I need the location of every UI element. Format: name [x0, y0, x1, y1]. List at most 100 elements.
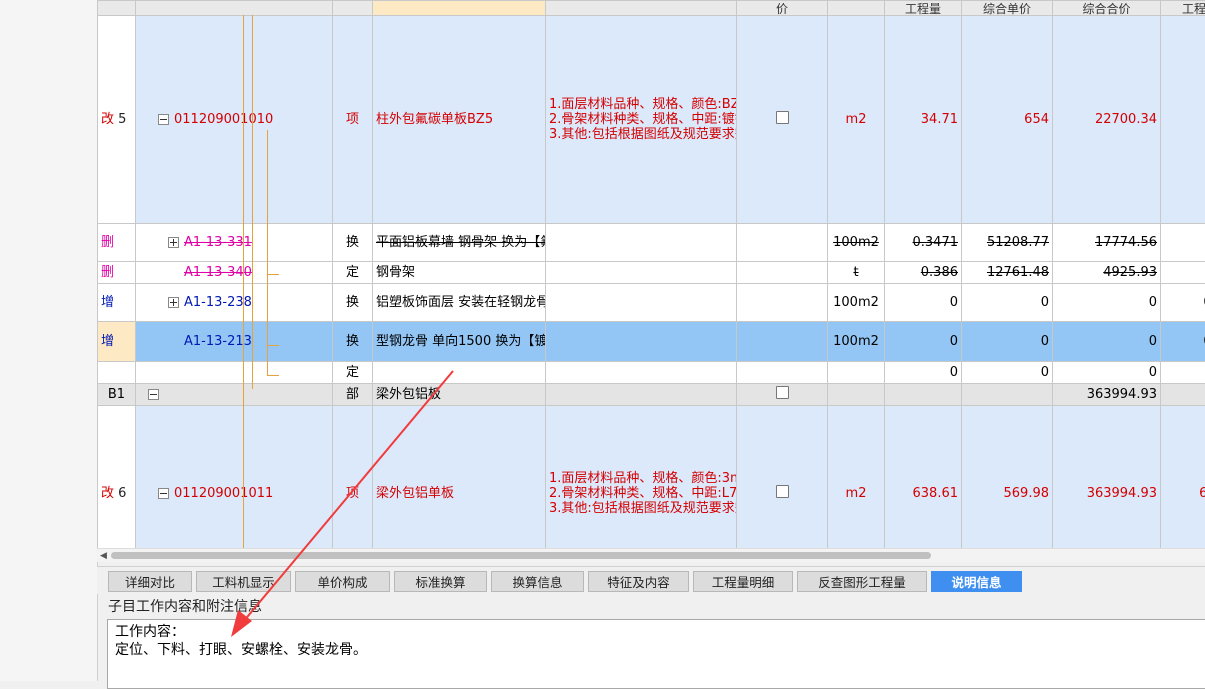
code-cell[interactable]: A1-13-238	[136, 284, 333, 322]
row-mark[interactable]: 增	[98, 322, 136, 362]
table-row[interactable]: 改 5 011209001010 项 柱外包氟碳单板BZ5 1.面层材料品种、规…	[98, 16, 1205, 224]
scroll-left-icon[interactable]: ◀	[100, 551, 107, 561]
desc-cell[interactable]	[546, 224, 737, 262]
qty-cell[interactable]	[885, 384, 962, 406]
code-cell[interactable]: A1-13-340	[136, 262, 333, 284]
header-unit-price[interactable]: 综合单价	[962, 1, 1053, 16]
bill-grid[interactable]: 价 工程量 综合单价 综合合价 工程 改 5 011209001010 项 柱外…	[97, 0, 1205, 548]
desc-cell[interactable]	[546, 384, 737, 406]
desc-cell[interactable]	[546, 284, 737, 322]
unit-price-cell[interactable]: 654	[962, 16, 1053, 224]
tab-detail-compare[interactable]: 详细对比	[108, 571, 192, 592]
header-cell-selected[interactable]	[373, 1, 546, 16]
row-header[interactable]: 改 6	[98, 406, 136, 549]
name-edit-cell[interactable]: 型钢龙骨 单向1500 换为【镀锌型钢综合】	[373, 322, 546, 362]
qty-cell[interactable]: 0	[885, 284, 962, 322]
last-cell[interactable]	[1161, 262, 1205, 284]
last-cell[interactable]	[1161, 384, 1205, 406]
table-row[interactable]: 改 6 011209001011 项 梁外包铝单板 1.面层材料品种、规格、颜色…	[98, 406, 1205, 549]
row-mark[interactable]: 增	[98, 284, 136, 322]
table-row[interactable]: 删 A1-13-340 定 钢骨架 t 0.386 12761.48 4925.…	[98, 262, 1205, 284]
unit-cell[interactable]	[828, 384, 885, 406]
qty-cell[interactable]: 0.386	[885, 262, 962, 284]
unit-price-cell[interactable]: 0	[962, 322, 1053, 362]
unit-cell[interactable]: m2	[828, 406, 885, 549]
row-mark[interactable]: 删	[98, 224, 136, 262]
last-cell[interactable]: 0.3	[1161, 284, 1205, 322]
row-header[interactable]	[98, 362, 136, 384]
unit-price-cell[interactable]: 569.98	[962, 406, 1053, 549]
checkbox-cell[interactable]	[737, 406, 828, 549]
code-cell[interactable]: 011209001011	[136, 406, 333, 549]
unit-price-cell[interactable]	[962, 384, 1053, 406]
unit-cell[interactable]	[828, 362, 885, 384]
header-price[interactable]: 价	[737, 1, 828, 16]
tab-materials[interactable]: 工料机显示	[196, 571, 291, 592]
last-cell[interactable]: 0.3	[1161, 322, 1205, 362]
total-cell[interactable]: 0	[1053, 284, 1161, 322]
qty-cell[interactable]: 0	[885, 362, 962, 384]
type-cell[interactable]: 项	[333, 16, 373, 224]
collapse-icon[interactable]	[148, 389, 159, 400]
description-panel[interactable]: 工作内容： 定位、下料、打眼、安螺栓、安装龙骨。	[107, 619, 1205, 689]
unit-price-cell[interactable]: 12761.48	[962, 262, 1053, 284]
tab-standard-conversion[interactable]: 标准换算	[394, 571, 487, 592]
qty-cell[interactable]: 0.3471	[885, 224, 962, 262]
header-qty[interactable]: 工程量	[885, 1, 962, 16]
tab-description[interactable]: 说明信息	[931, 571, 1022, 592]
collapse-icon[interactable]	[158, 114, 169, 125]
name-cell[interactable]: 梁外包铝板	[373, 384, 546, 406]
checkbox-cell[interactable]	[737, 16, 828, 224]
scrollbar-thumb[interactable]	[111, 552, 931, 559]
unit-cell[interactable]: 100m2	[828, 322, 885, 362]
table-row-selected[interactable]: 增 A1-13-213 换 型钢龙骨 单向1500 换为【镀锌型钢综合】 100…	[98, 322, 1205, 362]
code-cell[interactable]: 011209001010	[136, 16, 333, 224]
desc-cell[interactable]: 1.面层材料品种、规格、颜色:BZ5，3mm氟碳铝单板外包柱2.骨架材料种类、规…	[546, 16, 737, 224]
unit-price-cell[interactable]: 0	[962, 362, 1053, 384]
type-cell[interactable]: 项	[333, 406, 373, 549]
name-cell[interactable]: 柱外包氟碳单板BZ5	[373, 16, 546, 224]
horizontal-scrollbar[interactable]: ◀	[97, 548, 1205, 562]
total-cell[interactable]: 363994.93	[1053, 406, 1161, 549]
name-cell[interactable]: 钢骨架	[373, 262, 546, 284]
total-cell[interactable]: 4925.93	[1053, 262, 1161, 284]
last-cell[interactable]: 34	[1161, 16, 1205, 224]
unit-cell[interactable]: m2	[828, 16, 885, 224]
total-cell[interactable]: 0	[1053, 362, 1161, 384]
code-cell[interactable]: A1-13-213	[136, 322, 333, 362]
qty-cell[interactable]: 0	[885, 322, 962, 362]
code-cell[interactable]	[136, 362, 333, 384]
desc-cell[interactable]	[546, 362, 737, 384]
total-cell[interactable]: 17774.56	[1053, 224, 1161, 262]
table-row[interactable]: 定 0 0 0	[98, 362, 1205, 384]
type-cell[interactable]: 定	[333, 262, 373, 284]
row-mark[interactable]: 删	[98, 262, 136, 284]
tab-unit-price[interactable]: 单价构成	[295, 571, 390, 592]
type-cell[interactable]: 部	[333, 384, 373, 406]
desc-cell[interactable]	[546, 262, 737, 284]
collapse-icon[interactable]	[158, 488, 169, 499]
type-cell[interactable]: 换	[333, 322, 373, 362]
name-cell[interactable]: 铝塑板饰面层 安装在轻钢龙骨上 拼密缝	[373, 284, 546, 322]
type-cell[interactable]: 换	[333, 224, 373, 262]
type-cell[interactable]: 换	[333, 284, 373, 322]
total-cell[interactable]: 363994.93	[1053, 384, 1161, 406]
last-cell[interactable]	[1161, 362, 1205, 384]
unit-price-cell[interactable]: 51208.77	[962, 224, 1053, 262]
name-cell[interactable]	[373, 362, 546, 384]
header-total[interactable]: 综合合价	[1053, 1, 1161, 16]
checkbox-cell[interactable]	[737, 384, 828, 406]
table-row[interactable]: 删 A1-13-331 换 平面铝板幕墙 钢骨架 换为【氟碳铝单板】 100m2…	[98, 224, 1205, 262]
desc-cell[interactable]	[546, 322, 737, 362]
expand-icon[interactable]	[168, 297, 179, 308]
checkbox[interactable]	[776, 386, 789, 399]
code-cell[interactable]	[136, 384, 333, 406]
name-cell[interactable]: 平面铝板幕墙 钢骨架 换为【氟碳铝单板】	[373, 224, 546, 262]
last-cell[interactable]: 638	[1161, 406, 1205, 549]
desc-cell[interactable]: 1.面层材料品种、规格、颜色:3mm氟碳铝单板外包梁2.骨架材料种类、规格、中距…	[546, 406, 737, 549]
unit-price-cell[interactable]: 0	[962, 284, 1053, 322]
tab-reverse-lookup[interactable]: 反查图形工程量	[797, 571, 927, 592]
section-row[interactable]: B1 部 梁外包铝板 363994.93	[98, 384, 1205, 406]
total-cell[interactable]: 22700.34	[1053, 16, 1161, 224]
qty-cell[interactable]: 638.61	[885, 406, 962, 549]
